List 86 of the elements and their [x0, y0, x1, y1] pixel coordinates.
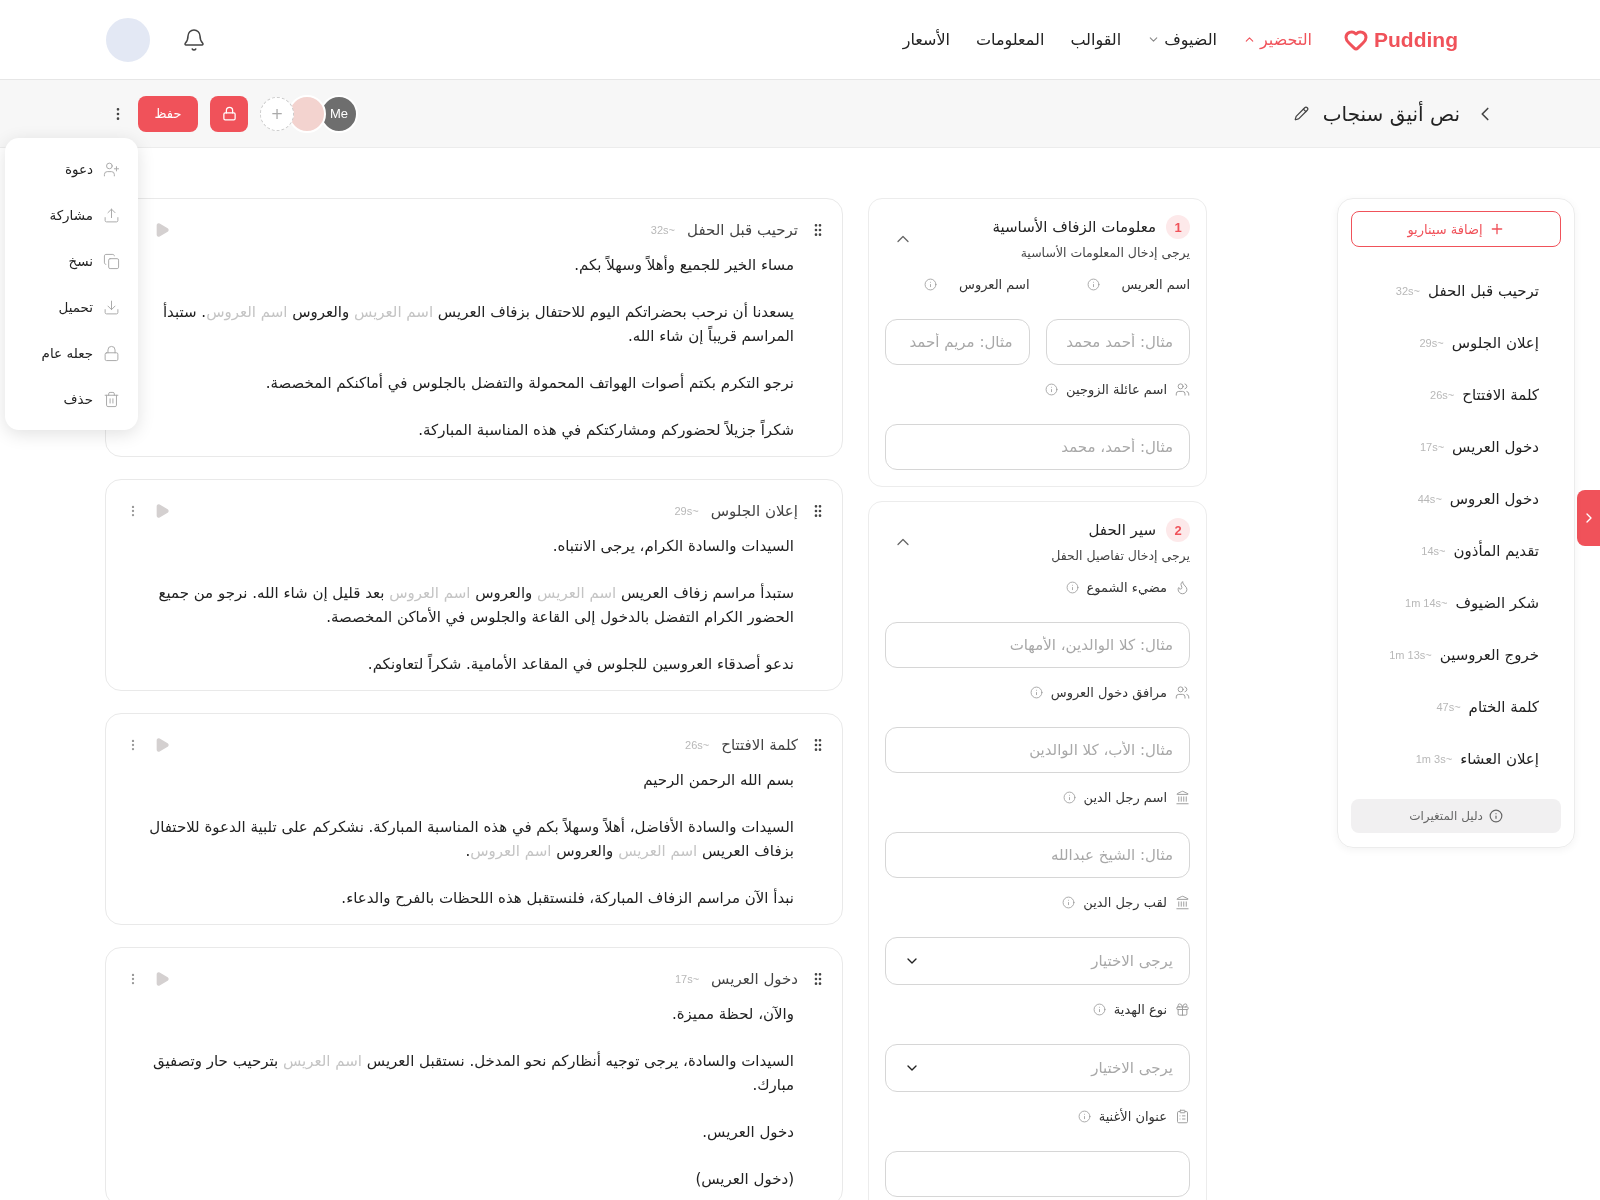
menu-item[interactable]: مشاركة: [5, 192, 138, 238]
add-scenario-button[interactable]: إضافة سيناريو: [1351, 211, 1561, 247]
bell-icon: [182, 27, 206, 52]
lock-button[interactable]: [210, 95, 248, 132]
menu-item-icon: [103, 206, 120, 224]
heart-icon: [1344, 27, 1368, 52]
info-icon: [1488, 809, 1503, 823]
script-paragraph: السيدات والسادة الكرام، يرجى الانتباه.: [551, 536, 794, 557]
script-paragraph: يسعدنا أن نرحب بحضراتكم اليوم للاحتفال بزفاف العريس اسم العريس والعروس اسم العروس. ستبدأ المراسم قريباً إن شاء الله.: [161, 301, 794, 347]
field-label: مضيء الشموع: [1086, 579, 1167, 595]
field-icon: [1175, 684, 1190, 700]
info-icon: [1077, 1109, 1091, 1123]
section-subtitle: يرجى إدخال المعلومات الأساسية: [1019, 245, 1190, 260]
info-icon: [1065, 580, 1079, 594]
field-label: مرافق دخول العروس: [1050, 684, 1167, 700]
script-title: كلمة الافتتاح: [721, 736, 798, 754]
script-title: ترحيب قبل الحفل: [687, 221, 798, 239]
field-label: اسم رجل الدين: [1083, 789, 1167, 805]
nav-link[interactable]: التحضير: [1243, 30, 1312, 49]
input-field[interactable]: مثال: كلا الوالدين، الأمهات: [885, 622, 1190, 668]
section-title: معلومات الزفاف الأساسية: [992, 218, 1156, 236]
script-paragraph: دخول العريس.: [701, 1122, 794, 1143]
field-icon: [1175, 381, 1190, 397]
pencil-icon: [1293, 106, 1309, 121]
section-title: سير الحفل: [1088, 521, 1156, 539]
field-label: اسم العروس: [959, 276, 1030, 292]
field-label: نوع الهدية: [1113, 1001, 1167, 1017]
menu-item-icon: [103, 298, 120, 316]
field-icon: [1175, 789, 1190, 805]
field-label: اسم عائلة الزوجين: [1066, 381, 1167, 397]
step-number: 1: [1166, 215, 1190, 239]
field-label: لقب رجل الدين: [1083, 894, 1167, 910]
menu-item[interactable]: حذف: [5, 376, 138, 422]
duration: ~29s: [674, 505, 699, 517]
nav-link[interactable]: القوالب: [1070, 30, 1122, 49]
duration: ~17s: [674, 973, 700, 985]
script-title: دخول العريس: [711, 970, 798, 988]
variables-guide-button[interactable]: دليل المتغيرات: [1351, 799, 1561, 833]
script-paragraph: والآن، لحظة مميزة.: [670, 1004, 794, 1025]
duration: ~26s: [685, 739, 710, 751]
field-label: عنوان الأغنية: [1098, 1108, 1167, 1124]
script-paragraph: ندعو أصدقاء العروسين للجلوس في المقاعد الأمامية. شكراً لتعاونكم.: [366, 653, 794, 676]
script-paragraph: مساء الخير للجميع وأهلاً وسهلاً بكم.: [573, 254, 794, 276]
nav-link[interactable]: المعلومات: [976, 30, 1045, 49]
duration: ~32s: [650, 224, 676, 236]
input-field[interactable]: [885, 1151, 1190, 1197]
notification-button[interactable]: [182, 27, 206, 52]
panel-toggle-button[interactable]: [1577, 490, 1600, 546]
info-icon: [1029, 685, 1043, 699]
script-paragraph: ستبدأ مراسم زفاف العريس اسم العريس والعروس اسم العروس بعد قليل إن شاء الله. نرجو من جميع الحضور الكرام التفضل بالدخول إلى القاعة والجلوس في الأماكن المخصصة.: [157, 582, 794, 629]
script-paragraph: السيدات والسادة، يرجى توجيه أنظاركم نحو المدخل. نستقبل العريس اسم العريس بترحيب حار وتصفيق مبارك.: [152, 1050, 794, 1096]
field-icon: [1175, 1001, 1190, 1017]
info-icon: [1086, 277, 1100, 291]
edit-button[interactable]: [1293, 106, 1309, 121]
input-field[interactable]: مثال: الشيخ عبدالله: [885, 832, 1190, 878]
menu-item-icon: [103, 160, 120, 178]
info-icon: [1062, 790, 1076, 804]
info-icon: [1092, 1002, 1106, 1016]
step-number: 2: [1166, 518, 1190, 542]
script-paragraph: نبدأ الآن مراسم الزفاف المباركة، فلنستقبل هذه اللحظات بالفرح والدعاء.: [340, 887, 794, 909]
document-title: نص أنيق سنجاب: [1322, 101, 1460, 126]
script-paragraph: (دخول العريس): [694, 1169, 794, 1190]
field-label: اسم العريس: [1121, 276, 1190, 292]
script-title: إعلان الجلوس: [710, 502, 798, 520]
field-icon: [1175, 1108, 1190, 1124]
nav-link[interactable]: الأسعار: [902, 30, 951, 49]
field-icon: [1175, 579, 1190, 595]
info-icon: [1062, 895, 1076, 909]
input-field[interactable]: مثال: الأب، كلا الوالدين: [885, 727, 1190, 773]
nav-link[interactable]: الضيوف: [1147, 30, 1217, 49]
menu-item[interactable]: تحميل: [5, 284, 138, 330]
script-paragraph: شكراً جزيلاً لحضوركم ومشاركتكم في هذه المناسبة المباركة.: [417, 418, 794, 442]
lock-icon: [221, 106, 237, 121]
menu-item[interactable]: دعوة: [5, 146, 138, 192]
section-subtitle: يرجى إدخال تفاصيل الحفل: [1051, 548, 1190, 563]
info-icon: [924, 277, 938, 291]
menu-item-icon: [103, 252, 120, 270]
menu-item-icon: [103, 344, 120, 362]
script-paragraph: بسم الله الرحمن الرحيم: [642, 770, 794, 791]
script-paragraph: السيدات والسادة الأفاضل، أهلاً وسهلاً بكم في هذه المناسبة المباركة. نشكركم على تلبية الدعوة للاحتفال بزفاف العريس اسم العريس والعروس اسم العروس.: [148, 816, 794, 862]
script-paragraph: نرجو التكرم بكتم أصوات الهواتف المحمولة والتفضل بالجلوس في أماكنكم المخصصة.: [264, 372, 794, 395]
menu-item[interactable]: نسخ: [5, 238, 138, 284]
menu-item[interactable]: جعله عام: [5, 330, 138, 376]
field-icon: [1175, 894, 1190, 910]
menu-item-icon: [103, 390, 120, 408]
info-icon: [1045, 382, 1059, 396]
